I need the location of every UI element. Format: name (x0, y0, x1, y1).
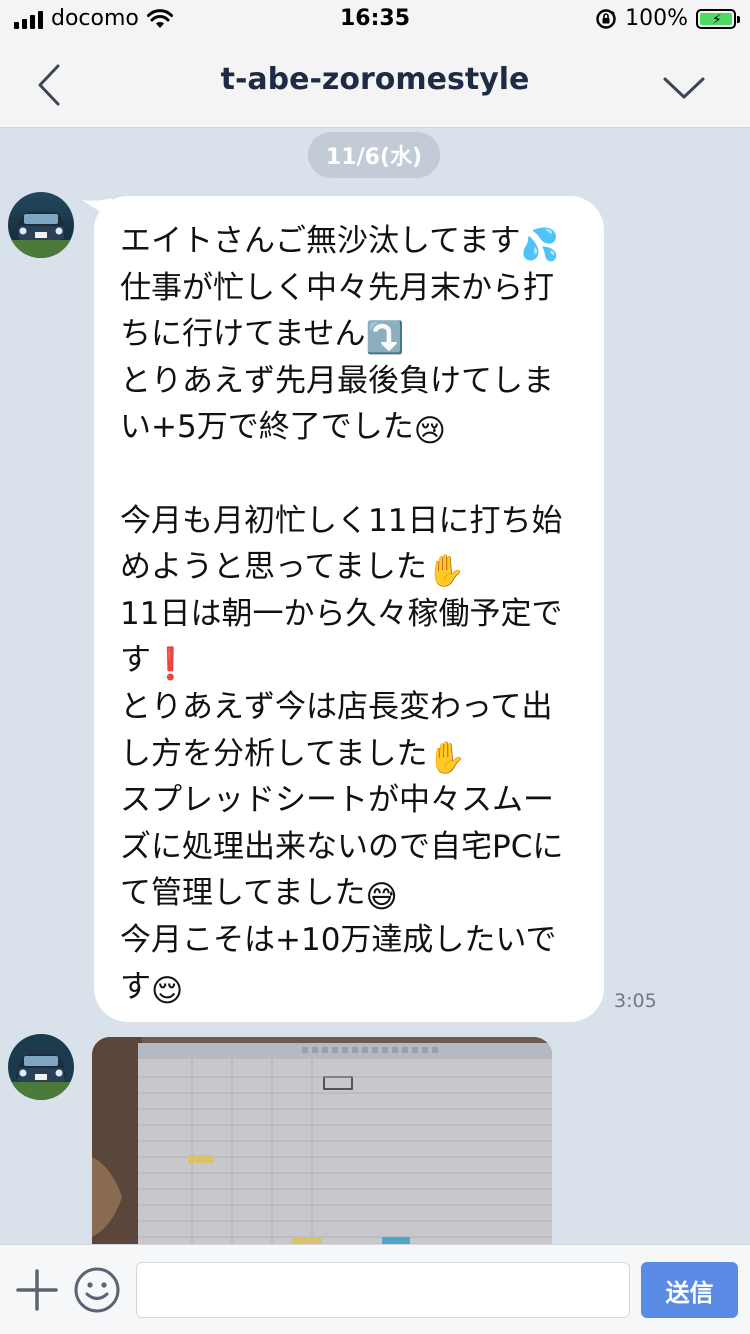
message-line: 11日は朝一から久々稼働予定で (120, 591, 580, 638)
avatar[interactable] (8, 1034, 74, 1100)
message-line-text: ちに行けてません (120, 316, 366, 353)
chat-area[interactable]: 11/6(水) エイトさんご無沙汰してます💦 仕事が忙しく中々先月末から打 ちに行け… (0, 128, 750, 1244)
emoji-icon: 😅 (365, 879, 398, 916)
message-line-text: とりあえず先月最後負けてしま (120, 362, 554, 399)
message-line: い+5万で終了でした😢 (120, 404, 580, 451)
emoji-icon: 💦 (520, 227, 560, 263)
message-line-text: て管理してました (120, 875, 366, 912)
message-line: す😌 (120, 964, 580, 1011)
chat-title: t-abe-zoromestyle (220, 62, 530, 97)
message-line: ちに行けてません⤵️ (120, 311, 580, 358)
message-line-text: 今月も月初忙しく11日に打ち始 (120, 502, 563, 539)
spreadsheet-photo (92, 1037, 552, 1244)
message-line-text: す (120, 968, 151, 1005)
message-line: す❗ (120, 637, 580, 684)
message-line: とりあえず今は店長変わって出 (120, 684, 580, 731)
message-line-text: す (120, 642, 151, 679)
emoji-icon: ✋ (426, 553, 466, 590)
image-message[interactable] (92, 1037, 552, 1244)
message-line: めようと思ってました✋ (120, 544, 580, 591)
input-bar: 送信 (0, 1244, 750, 1334)
message-line: とりあえず先月最後負けてしま (120, 358, 580, 405)
battery-icon: ⚡ (696, 8, 740, 29)
message-line-text: めようと思ってました (120, 549, 427, 586)
chevron-down-icon[interactable] (662, 70, 706, 104)
message-line: 今月も月初忙しく11日に打ち始 (120, 498, 580, 545)
emoji-icon: ✋ (427, 739, 467, 776)
battery-percent: 100% (625, 6, 688, 31)
message-line-text: い+5万で終了でした (120, 409, 414, 446)
message-line-text: ズに処理出来ないので自宅PCに (120, 828, 564, 865)
orientation-lock-icon (596, 8, 616, 29)
avatar[interactable] (8, 192, 74, 258)
emoji-icon: ❗ (151, 646, 190, 683)
message-line-text: エイトさんご無沙汰してます (120, 223, 521, 259)
message-timestamp: 3:05 (614, 990, 657, 1012)
date-separator: 11/6(水) (308, 132, 440, 178)
message-line-text: スプレッドシートが中々スムー (120, 782, 554, 819)
message-line-text: 今月こそは+10万達成したいで (120, 921, 557, 958)
message-line: 今月こそは+10万達成したいで (120, 917, 580, 964)
nav-bar: t-abe-zoromestyle (0, 40, 750, 128)
message-line-text: 11日は朝一から久々稼働予定で (120, 595, 563, 632)
emoji-icon: ⤵️ (365, 320, 405, 357)
send-button[interactable]: 送信 (641, 1262, 738, 1318)
smiley-icon[interactable] (72, 1265, 122, 1315)
message-line: エイトさんご無沙汰してます💦 (120, 218, 580, 265)
status-right: 100% ⚡ (595, 6, 740, 31)
avatar-car-image (8, 192, 74, 258)
message-line: スプレッドシートが中々スムー (120, 777, 580, 824)
emoji-icon: 😢 (413, 413, 447, 450)
plus-icon[interactable] (14, 1267, 60, 1313)
status-bar: docomo 16:35 100% ⚡ (0, 0, 750, 40)
message-bubble[interactable]: エイトさんご無沙汰してます💦 仕事が忙しく中々先月末から打 ちに行けてません⤵️ とり… (94, 196, 604, 1022)
message-line (120, 451, 580, 498)
message-line-text: 仕事が忙しく中々先月末から打 (120, 269, 554, 306)
message-text: エイトさんご無沙汰してます💦 仕事が忙しく中々先月末から打 ちに行けてません⤵️ とり… (120, 218, 580, 1010)
message-line: ズに処理出来ないので自宅PCに (120, 824, 580, 871)
message-line-text: し方を分析してました (120, 735, 428, 772)
message-line: 仕事が忙しく中々先月末から打 (120, 265, 580, 312)
emoji-icon: 😌 (151, 972, 184, 1009)
message-input[interactable] (136, 1262, 630, 1318)
avatar-car-image (8, 1034, 74, 1100)
message-line: て管理してました😅 (120, 870, 580, 917)
message-line: し方を分析してました✋ (120, 731, 580, 778)
message-line-text: とりあえず今は店長変わって出 (120, 688, 553, 725)
